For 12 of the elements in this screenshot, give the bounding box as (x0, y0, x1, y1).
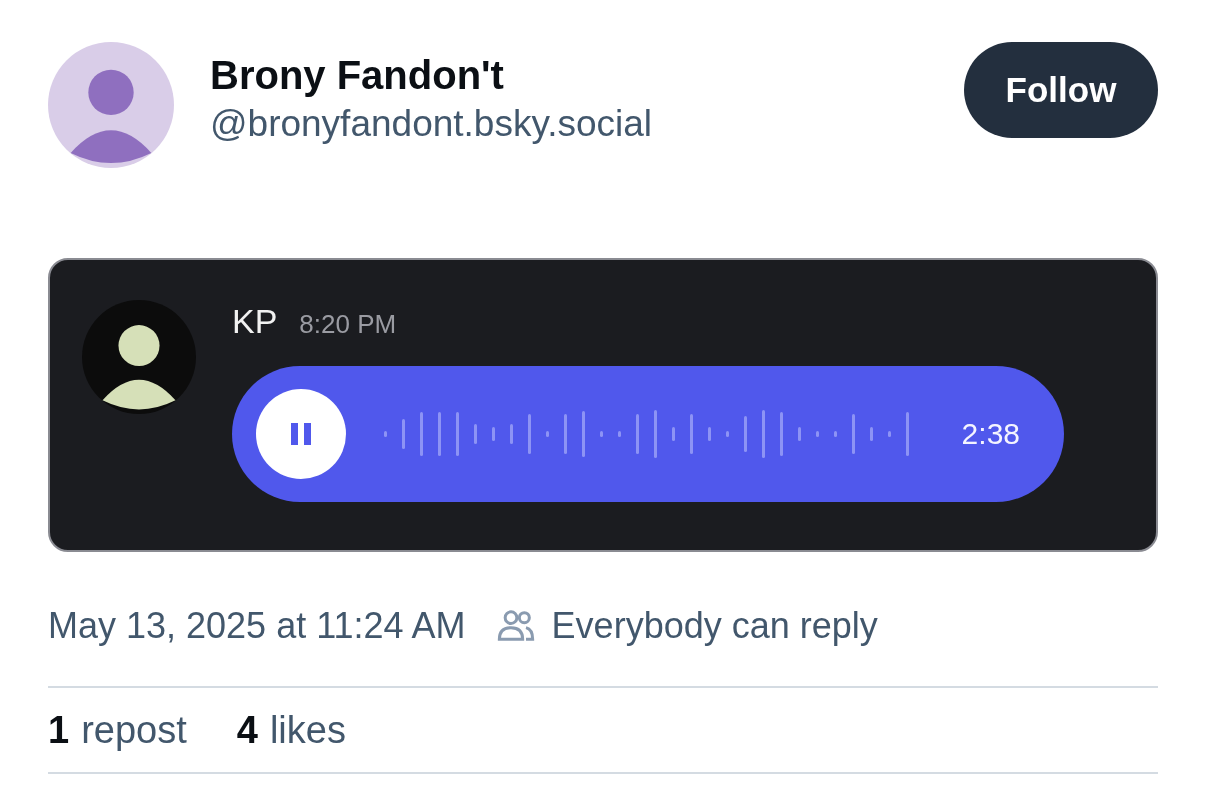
author-handle[interactable]: @bronyfandont.bsky.social (210, 100, 653, 148)
message-time: 8:20 PM (299, 309, 397, 340)
reply-setting[interactable]: Everybody can reply (551, 605, 878, 647)
follow-button[interactable]: Follow (964, 42, 1158, 138)
stat-label[interactable]: likes (269, 708, 346, 751)
stat-count: 4 (236, 708, 258, 751)
stat-count: 1 (48, 708, 70, 751)
duration: 2:38 (961, 417, 1020, 451)
author-name: Brony Fandon't (210, 52, 505, 99)
sender-name: KP (232, 302, 278, 341)
post-timestamp: May 13, 2025 at 11:24 AM (48, 605, 466, 647)
stat-label[interactable]: repost (81, 708, 187, 751)
